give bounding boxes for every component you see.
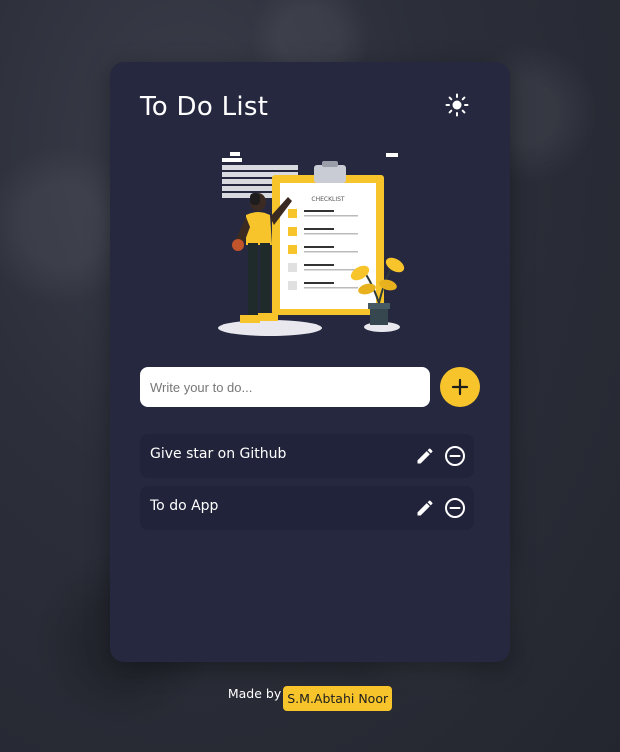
list-item: To do App: [140, 486, 474, 530]
add-todo-button[interactable]: [440, 367, 480, 407]
minus-circle-icon: [445, 446, 465, 466]
plus-icon: [451, 378, 469, 396]
remove-todo-button[interactable]: [444, 497, 466, 519]
list-item: Give star on Github: [140, 434, 474, 478]
theme-toggle-button[interactable]: [444, 92, 470, 118]
page-title: To Do List: [140, 92, 269, 122]
checklist-label: CHECKLIST: [311, 196, 345, 203]
todo-input-row: [140, 367, 480, 407]
minus-circle-icon: [445, 498, 465, 518]
sun-icon: [445, 93, 469, 117]
footer-label: Made by: [227, 685, 282, 701]
todo-text: To do App: [150, 498, 219, 514]
checklist-illustration: CHECKLIST: [210, 147, 410, 337]
edit-todo-button[interactable]: [414, 497, 436, 519]
author-badge[interactable]: S.M.Abtahi Noor: [283, 685, 393, 711]
todo-list: Give star on Github To do App: [140, 434, 474, 538]
remove-todo-button[interactable]: [444, 445, 466, 467]
footer: Made by S.M.Abtahi Noor: [0, 682, 620, 711]
pencil-icon: [417, 500, 433, 516]
pencil-icon: [417, 448, 433, 464]
todo-input[interactable]: [140, 367, 430, 407]
todo-text: Give star on Github: [150, 446, 287, 462]
todo-card: To Do List CHECKLIST Write your to do...…: [110, 62, 510, 662]
edit-todo-button[interactable]: [414, 445, 436, 467]
